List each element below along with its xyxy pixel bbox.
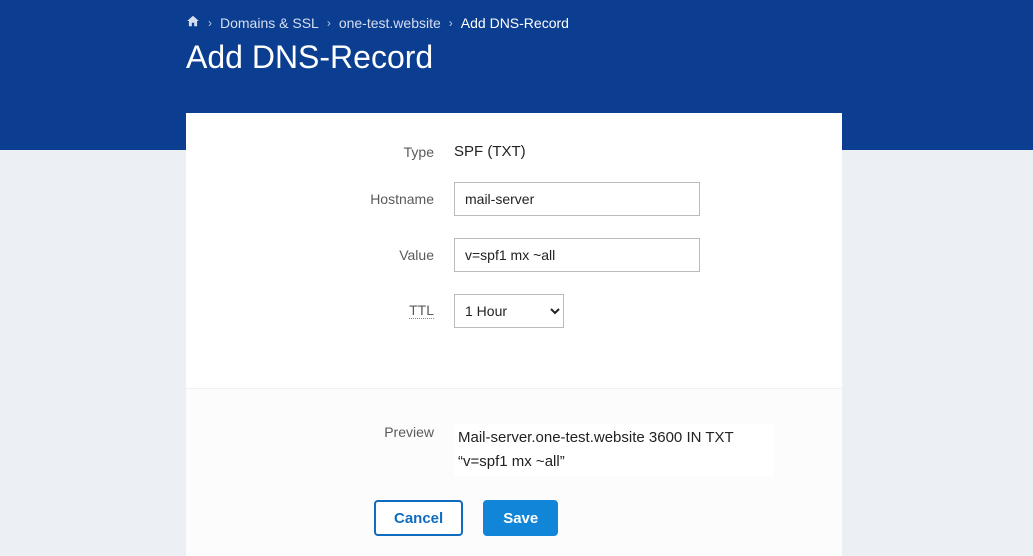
chevron-right-icon: › xyxy=(327,16,331,30)
chevron-right-icon: › xyxy=(449,16,453,30)
breadcrumb-link-domains[interactable]: Domains & SSL xyxy=(220,15,319,31)
preview-section: Preview Mail-server.one-test.website 360… xyxy=(186,388,842,556)
row-ttl: TTL 1 Hour xyxy=(186,294,842,328)
save-button[interactable]: Save xyxy=(483,500,558,536)
breadcrumb-current: Add DNS-Record xyxy=(461,15,569,31)
cancel-button[interactable]: Cancel xyxy=(374,500,463,536)
value-input[interactable] xyxy=(454,238,700,272)
type-label: Type xyxy=(186,144,454,160)
type-value: SPF (TXT) xyxy=(454,143,526,160)
breadcrumb: › Domains & SSL › one-test.website › Add… xyxy=(186,14,1033,31)
row-hostname: Hostname xyxy=(186,182,842,216)
value-label: Value xyxy=(186,247,454,263)
ttl-label: TTL xyxy=(409,302,434,319)
form-section: Type SPF (TXT) Hostname Value TTL 1 Hour xyxy=(186,113,842,328)
row-preview: Preview Mail-server.one-test.website 360… xyxy=(186,424,842,476)
button-row: Cancel Save xyxy=(186,500,842,536)
row-value: Value xyxy=(186,238,842,272)
hostname-label: Hostname xyxy=(186,191,454,207)
ttl-select[interactable]: 1 Hour xyxy=(454,294,564,328)
breadcrumb-link-domain[interactable]: one-test.website xyxy=(339,15,441,31)
preview-text: Mail-server.one-test.website 3600 IN TXT… xyxy=(454,424,774,476)
chevron-right-icon: › xyxy=(208,16,212,30)
row-type: Type SPF (TXT) xyxy=(186,143,842,160)
preview-label: Preview xyxy=(186,424,454,476)
home-icon[interactable] xyxy=(186,14,200,31)
form-panel: Type SPF (TXT) Hostname Value TTL 1 Hour… xyxy=(186,113,842,556)
page-title: Add DNS-Record xyxy=(186,39,1033,76)
hostname-input[interactable] xyxy=(454,182,700,216)
